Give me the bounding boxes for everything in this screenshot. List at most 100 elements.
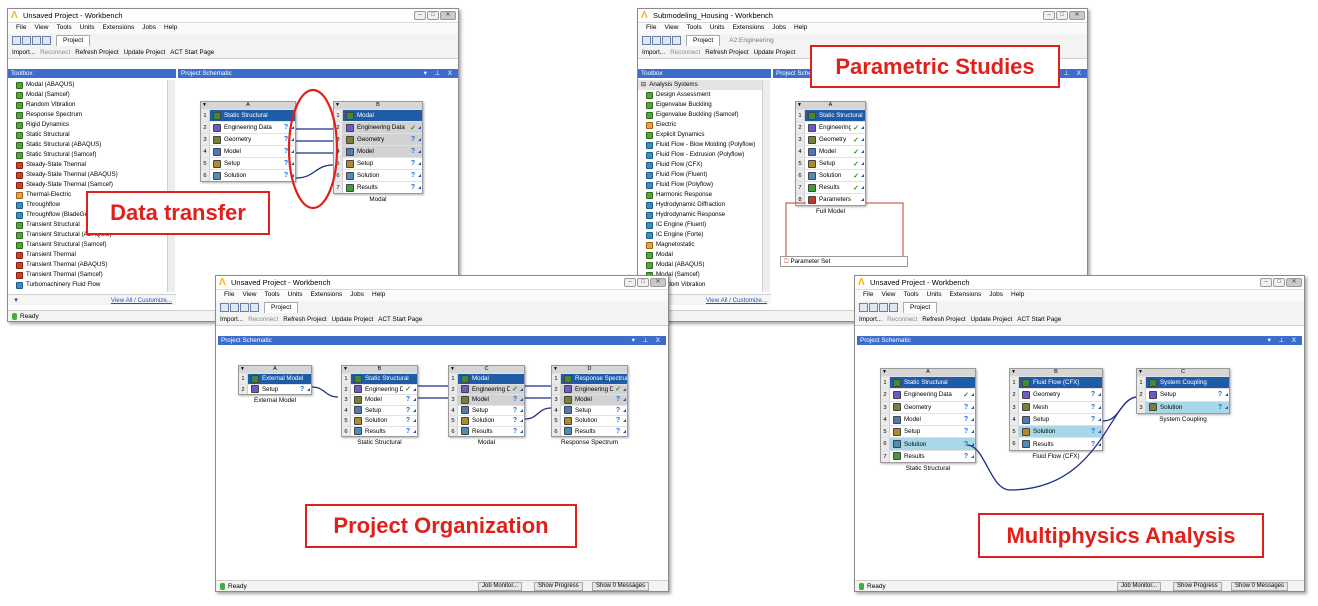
system-title-row[interactable]: 1 Response Spectrum bbox=[552, 373, 627, 384]
job-monitor-button[interactable]: Job Monitor... bbox=[478, 582, 523, 591]
cell-setup[interactable]: 5 Setup? bbox=[334, 157, 422, 169]
import-button[interactable]: Import... bbox=[12, 49, 35, 56]
save-as-icon[interactable] bbox=[672, 36, 681, 45]
cell-solution[interactable]: 5 Solution? bbox=[342, 415, 417, 426]
pane-controls[interactable]: ▾ ⊥ X bbox=[1268, 336, 1299, 345]
system-caption[interactable]: Static Structural bbox=[341, 439, 418, 446]
cell-parameters[interactable]: 8 Parameters bbox=[796, 193, 865, 205]
reconnect-button[interactable]: Reconnect bbox=[887, 316, 917, 323]
system-title-row[interactable]: 1 Fluid Flow (CFX) bbox=[1010, 376, 1102, 389]
system-menu-icon[interactable]: ▼ bbox=[553, 366, 558, 373]
save-icon[interactable] bbox=[32, 36, 41, 45]
system-menu-icon[interactable]: ▼ bbox=[202, 102, 207, 109]
toolbox-scrollbar[interactable] bbox=[167, 80, 175, 292]
menu-help[interactable]: Help bbox=[164, 24, 177, 34]
toolbox-item[interactable]: Transient Structural (Samcef) bbox=[8, 240, 174, 250]
toolbox-item[interactable]: Eigenvalue Buckling bbox=[638, 100, 762, 110]
update-project-button[interactable]: Update Project bbox=[754, 49, 796, 56]
tab-project[interactable]: Project bbox=[903, 302, 938, 313]
import-button[interactable]: Import... bbox=[220, 316, 243, 323]
toolbox-item[interactable]: Transient Thermal (ABAQUS) bbox=[8, 260, 174, 270]
cell-results[interactable]: 6 Results? bbox=[1010, 437, 1102, 450]
new-icon[interactable] bbox=[220, 303, 229, 312]
maximize-button[interactable]: □ bbox=[637, 278, 649, 287]
cell-geometry[interactable]: 3 Geometry ✓ bbox=[796, 133, 865, 145]
show-progress-button[interactable]: Show Progress bbox=[1173, 582, 1222, 591]
update-project-button[interactable]: Update Project bbox=[332, 316, 374, 323]
refresh-project-button[interactable]: Refresh Project bbox=[705, 49, 748, 56]
pane-controls[interactable]: ▾ ⊥ X bbox=[632, 336, 663, 345]
toolbox-item[interactable]: Fluid Flow (Polyflow) bbox=[638, 180, 762, 190]
toolbox-item[interactable]: IC Engine (Fluent) bbox=[638, 220, 762, 230]
new-icon[interactable] bbox=[859, 303, 868, 312]
system-block-w2-sysA[interactable]: ▼A1Static Structural2Engineering Data✓3G… bbox=[795, 101, 866, 206]
cell-solution[interactable]: 3 Solution? bbox=[1137, 400, 1229, 413]
menu-jobs[interactable]: Jobs bbox=[772, 24, 786, 34]
toolbox-item[interactable]: Fluid Flow (Fluent) bbox=[638, 170, 762, 180]
system-menu-icon[interactable]: ▼ bbox=[450, 366, 455, 373]
system-title-row[interactable]: 1 External Model bbox=[239, 373, 311, 384]
system-title-row[interactable]: 1 Static Structural bbox=[201, 109, 295, 121]
toolbox-item[interactable]: Turbomachinery Fluid Flow bbox=[8, 280, 174, 290]
close-button[interactable]: ✕ bbox=[650, 278, 666, 287]
toolbox-item[interactable]: Modal (Samcef) bbox=[8, 90, 174, 100]
system-block-w3-sysC[interactable]: ▼C1Modal2Engineering Data✓3Model?4Setup?… bbox=[448, 365, 525, 437]
tab-project[interactable]: Project bbox=[56, 35, 91, 46]
toolbox-item[interactable]: Response Spectrum bbox=[8, 110, 174, 120]
act-start-page-button[interactable]: ACT Start Page bbox=[378, 316, 422, 323]
act-start-page-button[interactable]: ACT Start Page bbox=[1017, 316, 1061, 323]
cell-results[interactable]: 7 Results? bbox=[334, 181, 422, 193]
toolbox-group-analysis-systems[interactable]: ⊟ Analysis Systems bbox=[638, 80, 762, 90]
menu-units[interactable]: Units bbox=[927, 291, 942, 301]
system-caption[interactable]: Fluid Flow (CFX) bbox=[1009, 453, 1103, 460]
system-menu-icon[interactable]: ▼ bbox=[882, 369, 887, 376]
menu-units[interactable]: Units bbox=[288, 291, 303, 301]
menu-jobs[interactable]: Jobs bbox=[989, 291, 1003, 301]
cell-setup[interactable]: 4 Setup? bbox=[1010, 412, 1102, 426]
system-menu-icon[interactable]: ▼ bbox=[797, 102, 802, 109]
refresh-project-button[interactable]: Refresh Project bbox=[922, 316, 965, 323]
open-icon[interactable] bbox=[22, 36, 31, 45]
system-menu-icon[interactable]: ▼ bbox=[335, 102, 340, 109]
system-title-row[interactable]: 1 Static Structural bbox=[796, 109, 865, 121]
open-icon[interactable] bbox=[869, 303, 878, 312]
system-menu-icon[interactable]: ▼ bbox=[343, 366, 348, 373]
cell-engineering-data[interactable]: 2 Engineering Data✓ bbox=[796, 121, 865, 133]
close-button[interactable]: ✕ bbox=[1286, 278, 1302, 287]
refresh-project-button[interactable]: Refresh Project bbox=[283, 316, 326, 323]
cell-solution[interactable]: 5 Solution? bbox=[552, 415, 627, 426]
cell-solution[interactable]: 6 Solution ✓ bbox=[796, 169, 865, 181]
toolbox-item[interactable]: Design Assessment bbox=[638, 90, 762, 100]
save-icon[interactable] bbox=[662, 36, 671, 45]
cell-results[interactable]: 6 Results? bbox=[449, 425, 524, 436]
system-block-w3-sysA[interactable]: ▼ A 1 External Model 2 Setup? bbox=[238, 365, 312, 395]
cell-setup[interactable]: 4 Setup? bbox=[449, 404, 524, 415]
system-menu-icon[interactable]: ▼ bbox=[1011, 369, 1016, 376]
toolbox-item[interactable]: Modal bbox=[638, 250, 762, 260]
toolbox-item[interactable]: Transient Thermal (Samcef) bbox=[8, 270, 174, 280]
system-caption[interactable]: Full Model bbox=[795, 208, 866, 215]
maximize-button[interactable]: □ bbox=[427, 11, 439, 20]
toolbox-item[interactable]: Explicit Dynamics bbox=[638, 130, 762, 140]
toolbox-item[interactable]: Random Vibration bbox=[8, 100, 174, 110]
system-block-w3-sysB[interactable]: ▼B1Static Structural2Engineering Data✓3M… bbox=[341, 365, 418, 437]
toolbox-item[interactable]: Fluid Flow - Blow Molding (Polyflow) bbox=[638, 140, 762, 150]
cell-setup[interactable]: 5 Setup? bbox=[201, 157, 295, 169]
menu-tools[interactable]: Tools bbox=[903, 291, 918, 301]
save-as-icon[interactable] bbox=[889, 303, 898, 312]
menu-tools[interactable]: Tools bbox=[686, 24, 701, 34]
act-start-page-button[interactable]: ACT Start Page bbox=[170, 49, 214, 56]
toolbox-scrollbar[interactable] bbox=[762, 80, 770, 292]
cell-mesh[interactable]: 3 Mesh? bbox=[1010, 400, 1102, 413]
toolbox-item[interactable]: Modal (ABAQUS) bbox=[8, 80, 174, 90]
menu-units[interactable]: Units bbox=[80, 24, 95, 34]
menu-view[interactable]: View bbox=[242, 291, 256, 301]
reconnect-button[interactable]: Reconnect bbox=[248, 316, 278, 323]
system-caption[interactable]: Response Spectrum bbox=[551, 439, 628, 446]
system-title-row[interactable]: 1 Static Structural bbox=[342, 373, 417, 384]
menu-view[interactable]: View bbox=[881, 291, 895, 301]
system-caption[interactable]: Static Structural bbox=[880, 465, 976, 472]
toolbox-item[interactable]: Eigenvalue Buckling (Samcef) bbox=[638, 110, 762, 120]
cell-solution[interactable]: 5 Solution? bbox=[449, 415, 524, 426]
tab-project[interactable]: Project bbox=[264, 302, 299, 313]
